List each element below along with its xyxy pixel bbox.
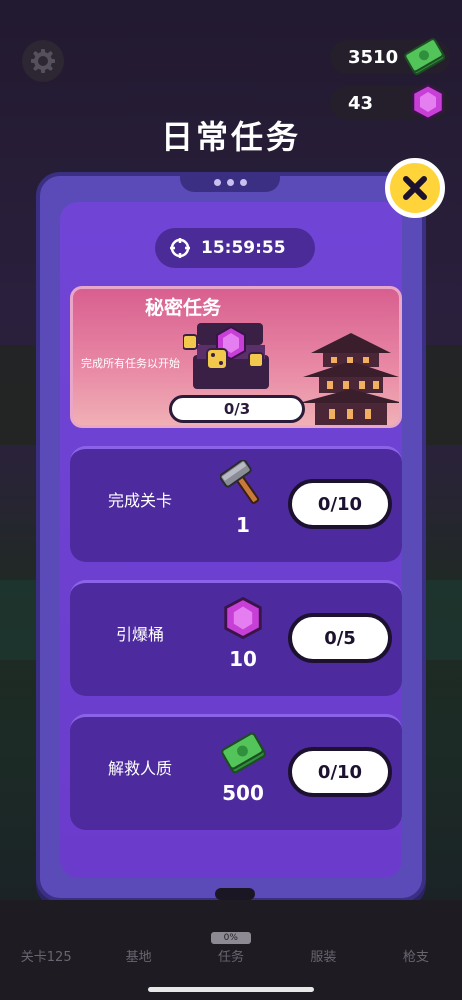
close-button[interactable] [385, 158, 445, 218]
task-panel: 15:59:55 秘密任务 完成所有任务以开始 0/3 完成关卡 1 0/10 … [36, 172, 426, 902]
nav-label: 关卡125 [20, 950, 72, 965]
cash-counter: 3510 [330, 38, 450, 75]
cash-icon [402, 34, 448, 85]
nav-label: 服装 [310, 950, 337, 965]
gem-amount: 43 [348, 92, 374, 114]
nav-levels[interactable]: 关卡125 [0, 900, 92, 1000]
task-progress: 0/5 [288, 613, 392, 663]
gear-icon [31, 49, 55, 73]
task-label: 完成关卡 [107, 491, 172, 510]
nav-outfits[interactable]: 服装 [277, 900, 369, 1000]
nav-label: 枪支 [402, 950, 429, 965]
nav-tasks[interactable]: 0% 任务 [185, 900, 277, 1000]
hammer-icon [218, 459, 268, 509]
nav-guns[interactable]: 枪支 [370, 900, 462, 1000]
phone-notch [180, 172, 280, 192]
reward-amount: 1 [236, 513, 250, 537]
reward-amount: 10 [229, 647, 257, 671]
page-title: 日常任务 [160, 118, 301, 156]
secret-mission-progress: 0/3 [169, 395, 305, 423]
cash-icon [218, 727, 268, 777]
task-screen: 15:59:55 秘密任务 完成所有任务以开始 0/3 完成关卡 1 0/10 … [60, 202, 402, 878]
task-progress: 0/10 [288, 747, 392, 797]
temple-icon [299, 331, 399, 425]
nav-progress-badge: 0% [210, 932, 251, 944]
nav-label: 任务 [218, 950, 245, 965]
task-progress: 0/10 [288, 479, 392, 529]
task-card[interactable]: 引爆桶 10 0/5 [70, 580, 402, 696]
cash-amount: 3510 [348, 46, 399, 68]
timer-text: 15:59:55 [201, 238, 286, 258]
home-indicator[interactable] [148, 987, 314, 992]
secret-mission-card[interactable]: 秘密任务 完成所有任务以开始 0/3 [70, 286, 402, 428]
countdown-timer: 15:59:55 [155, 228, 315, 268]
bottom-nav: 关卡125 基地 0% 任务 服装 枪支 [0, 900, 462, 1000]
task-card[interactable]: 完成关卡 1 0/10 [70, 446, 402, 562]
phone-home-button [215, 888, 255, 900]
settings-button[interactable] [22, 40, 64, 82]
timer-icon [170, 238, 190, 258]
nav-label: 基地 [125, 950, 152, 965]
gem-icon [218, 593, 268, 643]
task-label: 引爆桶 [115, 625, 164, 644]
task-label: 解救人质 [107, 759, 172, 778]
secret-mission-description: 完成所有任务以开始 [81, 357, 180, 370]
task-card[interactable]: 解救人质 500 0/10 [70, 714, 402, 830]
nav-base[interactable]: 基地 [92, 900, 184, 1000]
close-icon [403, 176, 427, 200]
treasure-chest-icon [182, 315, 293, 399]
reward-amount: 500 [222, 781, 264, 805]
